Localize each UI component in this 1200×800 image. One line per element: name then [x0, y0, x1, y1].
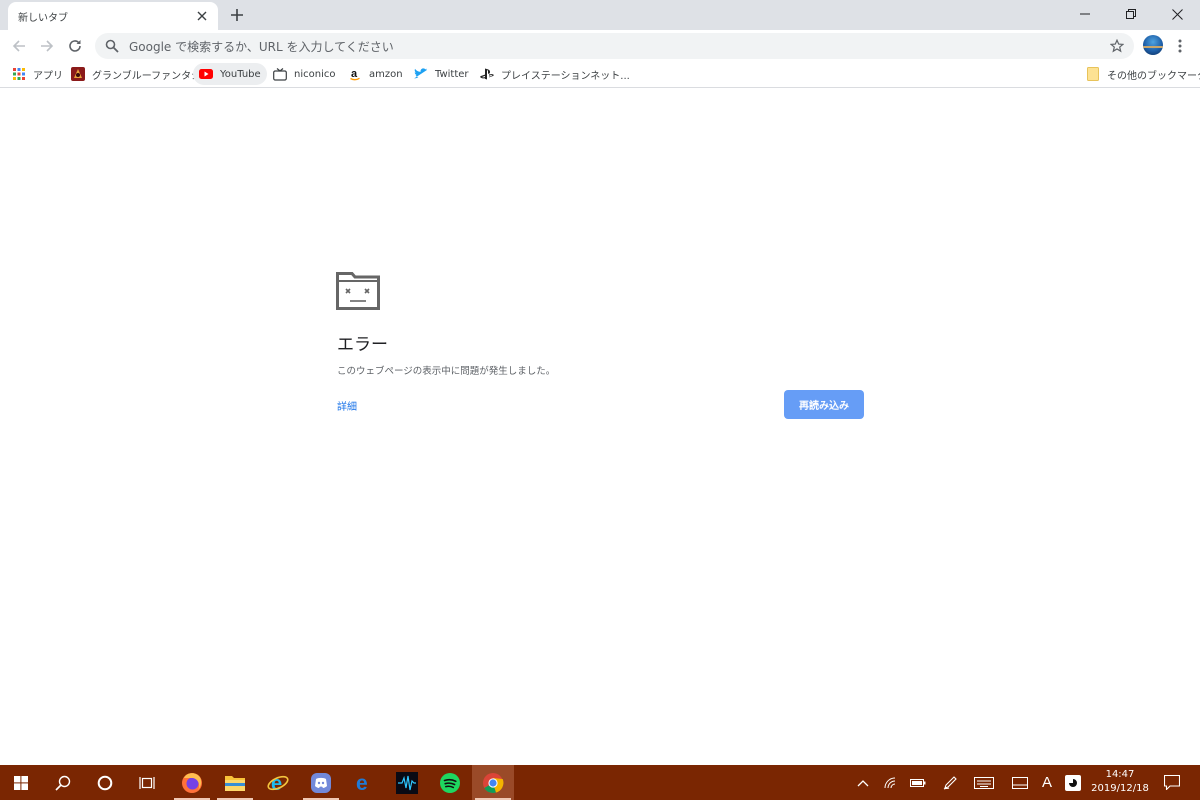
touch-keyboard-icon[interactable] — [970, 765, 998, 800]
page-content: エラー このウェブページの表示中に問題が発生しました。 詳細 再読み込み — [0, 89, 1200, 765]
ime-icon[interactable]: A — [1036, 765, 1058, 800]
clock-time: 14:47 — [1105, 769, 1135, 780]
restore-icon[interactable] — [1108, 0, 1154, 28]
close-icon[interactable] — [1154, 0, 1200, 28]
tablet-icon[interactable] — [1008, 765, 1032, 800]
battery-icon[interactable] — [906, 765, 930, 800]
app-tray-icon[interactable] — [1062, 765, 1084, 800]
bookmark-twitter[interactable]: Twitter — [408, 63, 475, 85]
bookmark-label: niconico — [294, 68, 336, 80]
bookmark-label: Twitter — [435, 68, 469, 80]
discord-icon[interactable] — [300, 765, 342, 800]
bookmark-niconico[interactable]: niconico — [267, 63, 341, 85]
taskbar-clock[interactable]: 14:47 2019/12/18 — [1090, 768, 1150, 796]
arrow-right-icon[interactable] — [36, 35, 58, 57]
file-explorer-icon[interactable] — [214, 765, 256, 800]
error-title: エラー — [337, 335, 388, 355]
pen-icon[interactable] — [938, 765, 962, 800]
audio-app-icon[interactable] — [386, 765, 428, 800]
bookmark-label: プレイステーションネット... — [501, 70, 630, 82]
taskbar: e e A 14:47 2019/12/18 — [0, 765, 1200, 800]
omnibox-placeholder: Google で検索するか、URL を入力してください — [129, 39, 394, 54]
details-link[interactable]: 詳細 — [337, 398, 357, 413]
toolbar: Google で検索するか、URL を入力してください — [0, 30, 1200, 61]
window-controls — [1062, 0, 1200, 28]
bookmark-label: amzon — [369, 68, 403, 80]
search-icon — [105, 39, 119, 53]
search-icon[interactable] — [42, 765, 84, 800]
bookmark-amazon[interactable]: a amzon — [342, 63, 409, 85]
amazon-icon: a — [348, 67, 362, 81]
bookmarks-bar: アプリ グランブルーファンタジー YouTube niconico a amzo… — [0, 61, 1200, 88]
reload-button[interactable]: 再読み込み — [784, 390, 864, 419]
reload-icon[interactable] — [64, 35, 86, 57]
kebab-menu-icon[interactable] — [1172, 35, 1188, 57]
chrome-icon[interactable] — [472, 765, 514, 800]
sad-folder-icon — [336, 272, 380, 314]
svg-text:e: e — [356, 772, 368, 794]
plus-icon[interactable] — [226, 5, 248, 25]
edge-icon[interactable]: e — [343, 765, 385, 800]
close-icon[interactable] — [194, 8, 210, 24]
bookmark-label: YouTube — [220, 68, 261, 80]
internet-explorer-icon[interactable]: e — [257, 765, 299, 800]
cortana-icon[interactable] — [84, 765, 126, 800]
profile-avatar[interactable] — [1143, 35, 1163, 55]
twitter-icon — [414, 67, 428, 81]
bookmark-other-bookmarks[interactable]: その他のブックマーク — [1080, 63, 1200, 85]
tab-title: 新しいタブ — [18, 12, 68, 24]
svg-text:a: a — [351, 68, 358, 80]
bookmark-playstation[interactable]: プレイステーションネット... — [474, 63, 636, 85]
star-icon[interactable] — [1106, 35, 1128, 57]
bookmark-apps[interactable]: アプリ — [6, 63, 69, 85]
bookmark-label: アプリ — [33, 70, 63, 82]
tab-strip: 新しいタブ — [0, 0, 1200, 30]
spotify-icon[interactable] — [429, 765, 471, 800]
chevron-up-icon[interactable] — [852, 765, 874, 800]
minimize-icon[interactable] — [1062, 0, 1108, 28]
firefox-icon[interactable] — [171, 765, 213, 800]
error-message: このウェブページの表示中に問題が発生しました。 — [337, 366, 556, 377]
folder-icon — [1086, 67, 1100, 81]
windows-start-icon[interactable] — [0, 765, 42, 800]
bookmark-label: その他のブックマーク — [1107, 70, 1200, 82]
wifi-icon[interactable] — [880, 765, 902, 800]
tab-new-tab[interactable]: 新しいタブ — [8, 2, 218, 30]
apps-grid-icon — [12, 67, 26, 81]
niconico-icon — [273, 67, 287, 81]
granblue-icon — [71, 67, 85, 81]
notifications-icon[interactable] — [1158, 765, 1186, 800]
task-view-icon[interactable] — [126, 765, 168, 800]
clock-date: 2019/12/18 — [1091, 783, 1149, 794]
youtube-icon — [199, 67, 213, 81]
arrow-left-icon[interactable] — [8, 35, 30, 57]
omnibox[interactable]: Google で検索するか、URL を入力してください — [95, 33, 1134, 59]
bookmark-youtube[interactable]: YouTube — [193, 63, 267, 85]
playstation-icon — [480, 67, 494, 81]
